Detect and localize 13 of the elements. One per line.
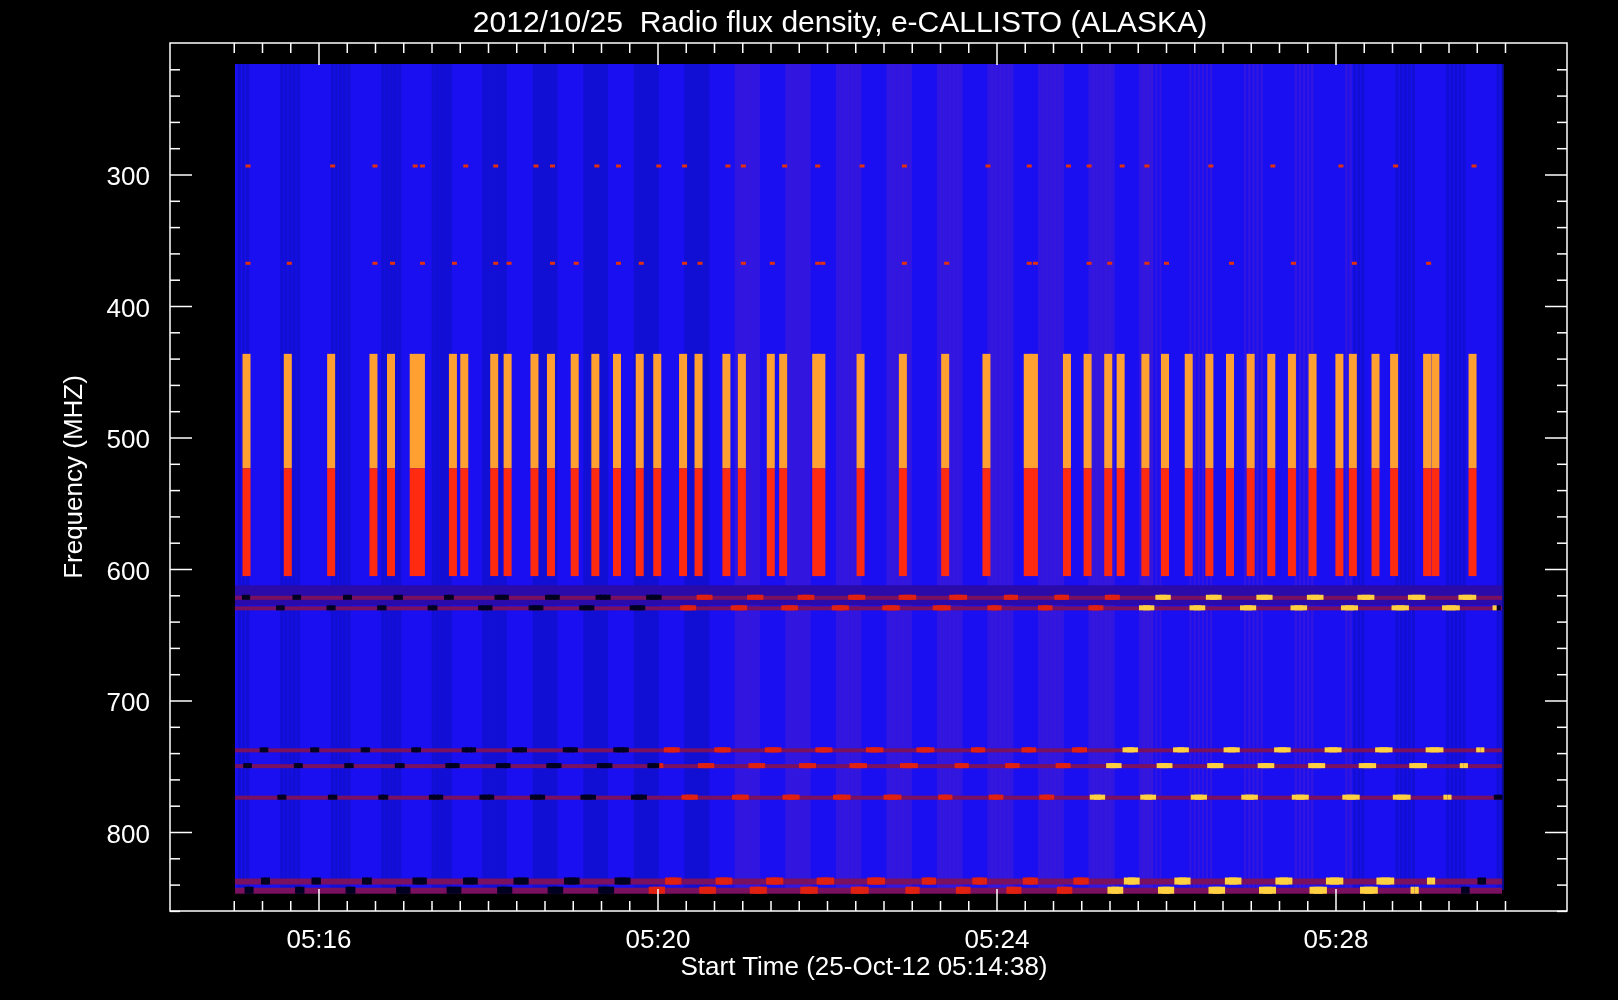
y-tick-label: 400	[106, 292, 150, 323]
x-tick-label: 05:20	[625, 924, 691, 954]
x-axis-label: Start Time (25-Oct-12 05:14:38)	[680, 951, 1048, 981]
x-tick-label: 05:16	[286, 924, 352, 954]
x-tick-label: 05:28	[1303, 924, 1369, 954]
y-tick-label: 600	[106, 555, 150, 586]
y-axis-label: Frequency (MHZ)	[58, 375, 88, 579]
y-tick-label: 800	[106, 818, 150, 849]
x-tick-label: 05:24	[964, 924, 1030, 954]
y-tick-label: 700	[106, 687, 150, 717]
chart-title: 2012/10/25 Radio flux density, e-CALLISTO (ALASKA)	[472, 5, 1208, 38]
y-tick-label: 300	[106, 161, 150, 191]
y-tick-label: 500	[106, 424, 150, 454]
